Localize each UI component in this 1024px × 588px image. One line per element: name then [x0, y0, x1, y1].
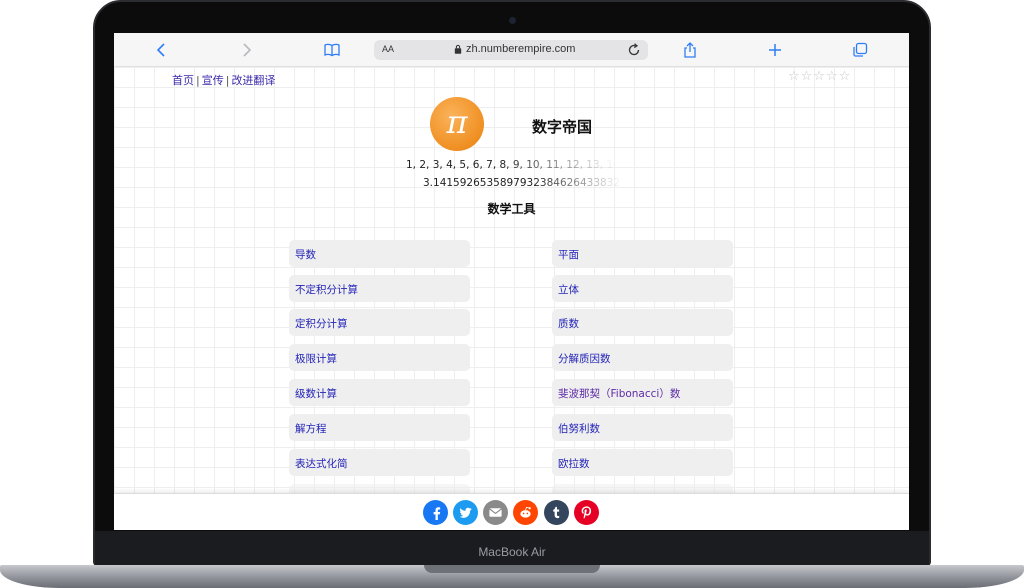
tool-link-partial[interactable]	[289, 484, 470, 493]
tool-link-fibonacci[interactable]: 斐波那契（Fibonacci）数	[552, 379, 733, 406]
camera-icon	[509, 17, 516, 24]
tool-link-plane[interactable]: 平面	[552, 240, 733, 267]
facebook-icon	[433, 507, 441, 520]
nav-link-translate[interactable]: 改进翻译	[231, 74, 275, 87]
url-text: zh.numberempire.com	[466, 43, 576, 55]
url-display: zh.numberempire.com	[454, 43, 575, 55]
rating-stars[interactable]: ☆☆☆☆☆	[788, 69, 851, 84]
share-pinterest-button[interactable]	[574, 500, 599, 525]
nav-separator: |	[196, 74, 200, 87]
number-sequence: 1, 2, 3, 4, 5, 6, 7, 8, 9, 10, 11, 12, 1…	[406, 159, 616, 171]
reddit-icon	[520, 506, 531, 518]
tool-link-indefinite-integral[interactable]: 不定积分计算	[289, 275, 470, 302]
book-icon	[324, 43, 340, 57]
chevron-left-icon	[156, 43, 165, 57]
tool-link-solid[interactable]: 立体	[552, 275, 733, 302]
tool-link-euler[interactable]: 欧拉数	[552, 449, 733, 476]
plus-icon	[769, 44, 781, 56]
tool-link-bernoulli[interactable]: 伯努利数	[552, 414, 733, 441]
reader-aa-button[interactable]: AA	[382, 44, 394, 54]
tool-link-derivative[interactable]: 导数	[289, 240, 470, 267]
share-email-button[interactable]	[483, 500, 508, 525]
nav-link-promote[interactable]: 宣传	[202, 74, 224, 87]
share-button[interactable]	[680, 40, 700, 60]
pi-digits: 3.14159265358979323846264338327	[423, 177, 623, 189]
pi-logo[interactable]: π	[430, 97, 484, 151]
lock-icon	[454, 44, 462, 54]
forward-button[interactable]	[236, 40, 256, 60]
tabs-button[interactable]	[850, 40, 870, 60]
share-reddit-button[interactable]	[513, 500, 538, 525]
share-facebook-button[interactable]	[423, 500, 448, 525]
share-twitter-button[interactable]	[453, 500, 478, 525]
reload-icon[interactable]	[626, 42, 642, 58]
chevron-right-icon	[243, 43, 252, 57]
tool-link-series[interactable]: 级数计算	[289, 379, 470, 406]
share-tumblr-button[interactable]	[544, 500, 569, 525]
new-tab-button[interactable]	[765, 40, 785, 60]
tool-link-equation-solver[interactable]: 解方程	[289, 414, 470, 441]
twitter-icon	[459, 507, 472, 518]
pi-symbol: π	[446, 103, 468, 141]
address-bar[interactable]: AA zh.numberempire.com	[374, 40, 648, 60]
share-bar	[114, 493, 909, 530]
screen: AA zh.numberempire.com 首页 | 宣传 | 改进翻译 ☆☆…	[114, 33, 909, 530]
back-button[interactable]	[152, 40, 172, 60]
bookmarks-button[interactable]	[322, 40, 342, 60]
laptop-frame: MacBook Air AA zh.numberempire.com 首页 | …	[0, 0, 1024, 588]
top-nav: 首页 | 宣传 | 改进翻译	[172, 72, 275, 88]
tumblr-icon	[553, 506, 560, 519]
share-icon	[684, 42, 696, 58]
tool-link-definite-integral[interactable]: 定积分计算	[289, 309, 470, 336]
browser-toolbar: AA zh.numberempire.com	[114, 33, 909, 67]
email-icon	[489, 508, 502, 517]
device-label: MacBook Air	[478, 545, 546, 559]
laptop-notch	[424, 565, 600, 573]
tool-link-limit[interactable]: 极限计算	[289, 344, 470, 371]
site-title: 数字帝国	[532, 118, 593, 136]
section-title: 数学工具	[487, 202, 536, 216]
tool-link-partial[interactable]	[552, 484, 733, 493]
tool-link-primes[interactable]: 质数	[552, 309, 733, 336]
tabs-icon	[853, 42, 868, 57]
web-page: 首页 | 宣传 | 改进翻译 ☆☆☆☆☆ π 数字帝国 1, 2, 3, 4, 5, 6…	[114, 67, 909, 493]
pinterest-icon	[581, 506, 592, 519]
tool-link-simplify[interactable]: 表达式化简	[289, 449, 470, 476]
nav-link-home[interactable]: 首页	[172, 74, 194, 87]
tool-link-factorization[interactable]: 分解质因数	[552, 344, 733, 371]
